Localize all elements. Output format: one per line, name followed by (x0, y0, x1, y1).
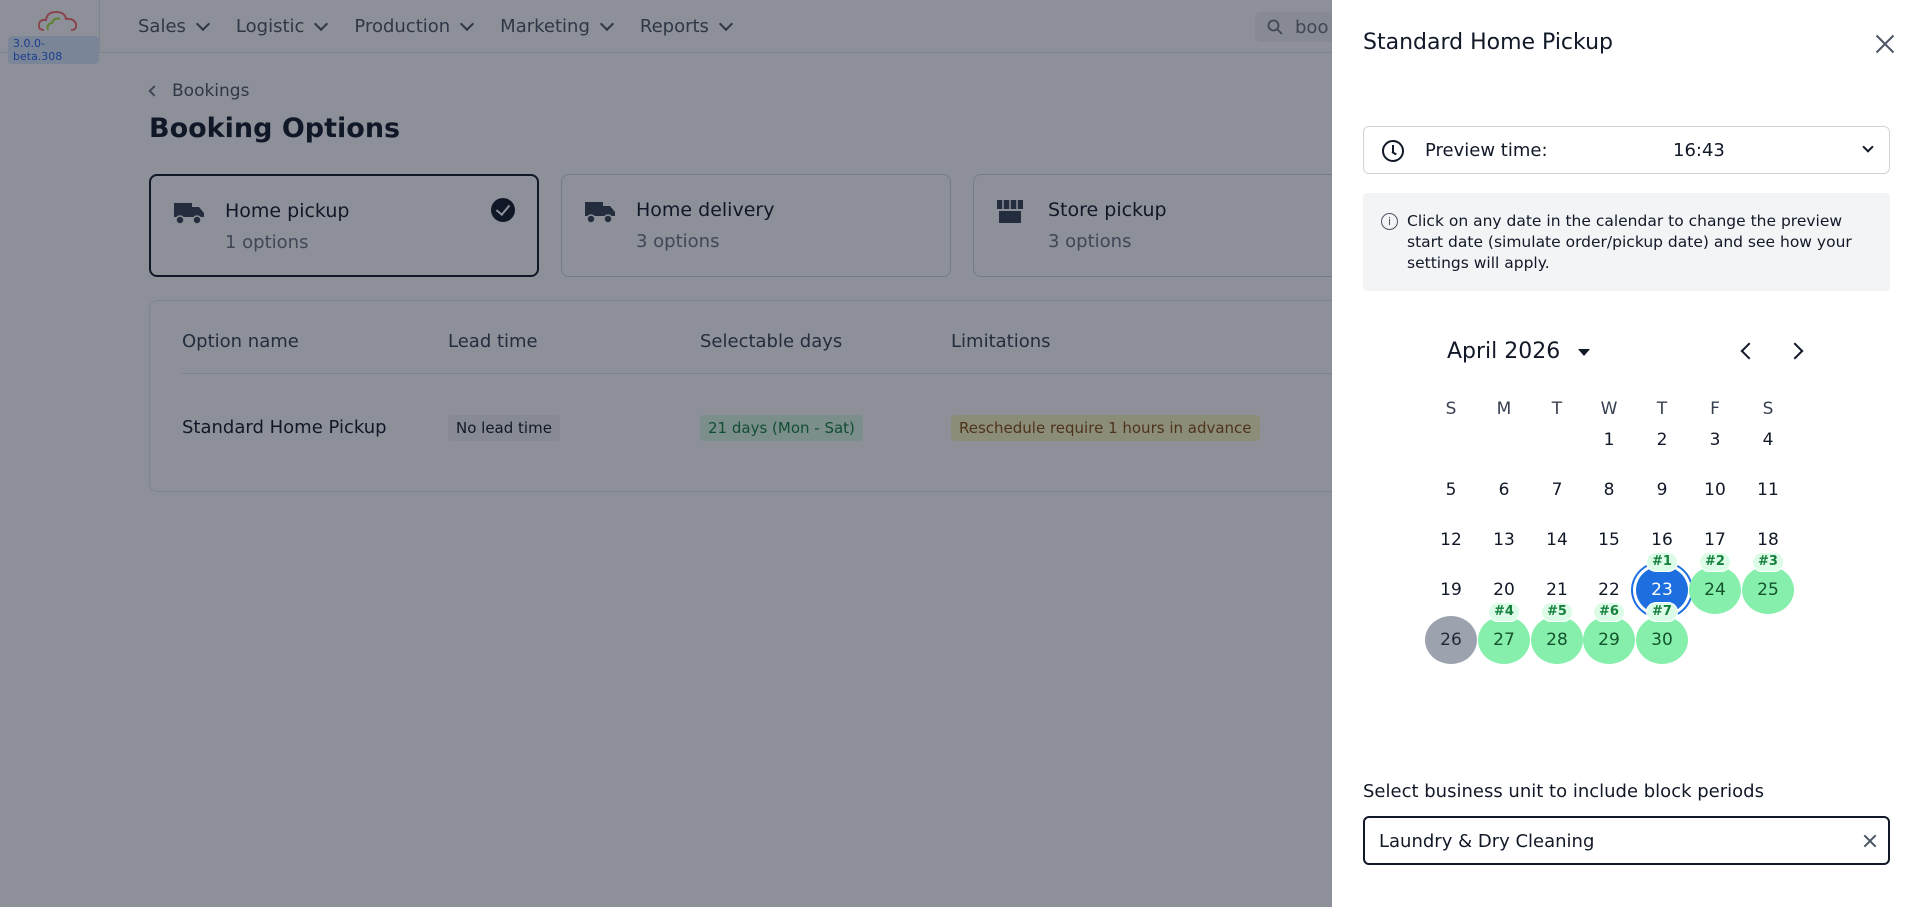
calendar-day[interactable]: 9 (1636, 466, 1688, 514)
calendar-day[interactable]: 2 (1636, 416, 1688, 464)
day-number: 9 (1656, 480, 1668, 500)
business-unit-value: Laundry & Dry Cleaning (1379, 831, 1595, 852)
slot-order-badge: #4 (1488, 602, 1520, 622)
month-label: April 2026 (1447, 339, 1561, 364)
slot-order-badge: #6 (1593, 602, 1625, 622)
calendar-day[interactable]: 24 #2 (1689, 552, 1741, 614)
day-number: 2 (1656, 430, 1668, 450)
business-unit-label: Select business unit to include block pe… (1363, 781, 1764, 802)
calendar-day[interactable]: 3 (1689, 416, 1741, 464)
info-text: Click on any date in the calendar to cha… (1407, 212, 1852, 272)
day-number: 25 (1757, 580, 1779, 600)
calendar-day[interactable]: 5 (1425, 466, 1477, 514)
calendar-day[interactable]: 27 #4 (1478, 602, 1530, 664)
day-number: 22 (1598, 580, 1620, 600)
day-number: 23 (1651, 580, 1673, 600)
day-number: 30 (1651, 630, 1673, 650)
month-selector[interactable]: April 2026 (1447, 339, 1591, 364)
preview-drawer: Standard Home Pickup Preview time: 16:43… (1332, 0, 1919, 907)
day-number: 27 (1493, 630, 1515, 650)
clock-icon (1382, 140, 1404, 162)
day-number: 15 (1598, 530, 1620, 550)
day-number: 3 (1709, 430, 1721, 450)
chevron-right-icon[interactable] (1786, 342, 1804, 360)
slot-order-badge: #3 (1752, 552, 1784, 572)
day-number: 28 (1546, 630, 1568, 650)
preview-time-value: 16:43 (1673, 140, 1725, 161)
calendar-day[interactable]: 29 #6 (1583, 602, 1635, 664)
slot-order-badge: #2 (1699, 552, 1731, 572)
chevron-left-icon[interactable] (1740, 342, 1758, 360)
clear-icon[interactable] (1862, 833, 1878, 849)
day-number: 12 (1440, 530, 1462, 550)
business-unit-select[interactable]: Laundry & Dry Cleaning (1363, 816, 1890, 865)
day-number: 11 (1757, 480, 1779, 500)
day-number: 26 (1440, 630, 1462, 650)
slot-order-badge: #5 (1541, 602, 1573, 622)
day-number: 13 (1493, 530, 1515, 550)
calendar-day[interactable]: 8 (1583, 466, 1635, 514)
calendar-day[interactable]: 30 #7 (1636, 602, 1688, 664)
day-number: 6 (1498, 480, 1510, 500)
calendar-day[interactable]: 11 (1742, 466, 1794, 514)
day-number: 19 (1440, 580, 1462, 600)
calendar-day[interactable]: 25 #3 (1742, 552, 1794, 614)
day-number: 17 (1704, 530, 1726, 550)
slot-order-badge: #7 (1646, 602, 1678, 622)
calendar-day[interactable]: 26 (1425, 616, 1477, 664)
day-number: 5 (1445, 480, 1457, 500)
calendar-day[interactable]: 28 #5 (1531, 602, 1583, 664)
calendar-day[interactable]: 7 (1531, 466, 1583, 514)
calendar-day[interactable]: 12 (1425, 516, 1477, 564)
weekday-header: T (1551, 399, 1563, 419)
calendar-day[interactable]: 13 (1478, 516, 1530, 564)
day-number: 16 (1651, 530, 1673, 550)
day-number: 29 (1598, 630, 1620, 650)
day-number: 10 (1704, 480, 1726, 500)
day-number: 18 (1757, 530, 1779, 550)
slot-order-badge: #1 (1646, 552, 1678, 572)
info-box: i Click on any date in the calendar to c… (1363, 193, 1890, 291)
day-number: 4 (1762, 430, 1774, 450)
weekday-header: S (1445, 399, 1457, 419)
calendar-day[interactable]: 10 (1689, 466, 1741, 514)
calendar-day[interactable]: 15 (1583, 516, 1635, 564)
day-number: 24 (1704, 580, 1726, 600)
close-icon[interactable] (1873, 32, 1897, 56)
day-number: 8 (1603, 480, 1615, 500)
day-number: 20 (1493, 580, 1515, 600)
day-number: 14 (1546, 530, 1568, 550)
caret-down-icon (1578, 349, 1591, 356)
calendar-day[interactable]: 6 (1478, 466, 1530, 514)
info-icon: i (1381, 213, 1398, 230)
calendar-day[interactable]: 14 (1531, 516, 1583, 564)
day-number: 21 (1546, 580, 1568, 600)
day-number: 1 (1603, 430, 1615, 450)
weekday-header: M (1496, 399, 1512, 419)
calendar-day[interactable]: 1 (1583, 416, 1635, 464)
chevron-down-icon (1862, 141, 1874, 153)
calendar-day[interactable]: 4 (1742, 416, 1794, 464)
drawer-title: Standard Home Pickup (1363, 30, 1614, 55)
preview-time-label: Preview time: (1425, 140, 1548, 161)
day-number: 7 (1551, 480, 1563, 500)
preview-time-select[interactable]: Preview time: 16:43 (1363, 126, 1890, 174)
calendar-day[interactable]: 19 (1425, 566, 1477, 614)
